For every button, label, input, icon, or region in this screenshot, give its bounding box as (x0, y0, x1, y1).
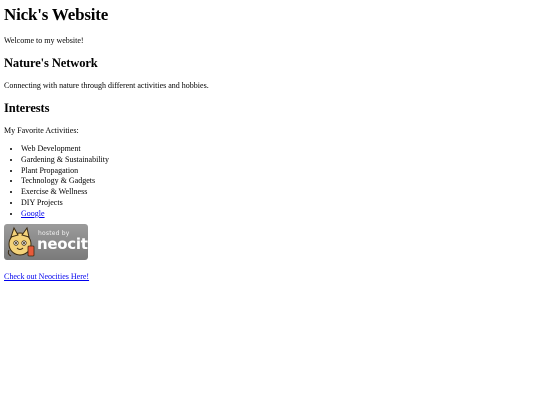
page: Nick's Website Welcome to my website! Na… (0, 0, 540, 405)
activities-list: Web Development Gardening & Sustainabili… (4, 144, 540, 220)
list-item: Gardening & Sustainability (21, 155, 540, 166)
list-item: Plant Propagation (21, 166, 540, 177)
welcome-text: Welcome to my website! (4, 36, 84, 45)
neocities-badge[interactable]: hosted by neocities (4, 223, 88, 260)
site-title: Nick's Website (4, 5, 109, 24)
interests-heading: Interests (4, 101, 50, 115)
neocities-link-paragraph: Check out Neocities Here! (4, 271, 540, 282)
list-item: Technology & Gadgets (21, 176, 540, 187)
network-description: Connecting with nature through different… (4, 81, 209, 90)
favorite-activities-label: My Favorite Activities: (4, 126, 79, 135)
list-item-google: Google (21, 209, 540, 220)
neocities-link[interactable]: Check out Neocities Here! (4, 272, 89, 281)
network-heading: Nature's Network (4, 56, 98, 70)
neocities-cat-icon (7, 226, 35, 257)
list-item: Exercise & Wellness (21, 187, 540, 198)
google-link[interactable]: Google (21, 209, 45, 218)
badge-neocities-text: neocities (37, 234, 88, 253)
list-item: DIY Projects (21, 198, 540, 209)
list-item: Web Development (21, 144, 540, 155)
